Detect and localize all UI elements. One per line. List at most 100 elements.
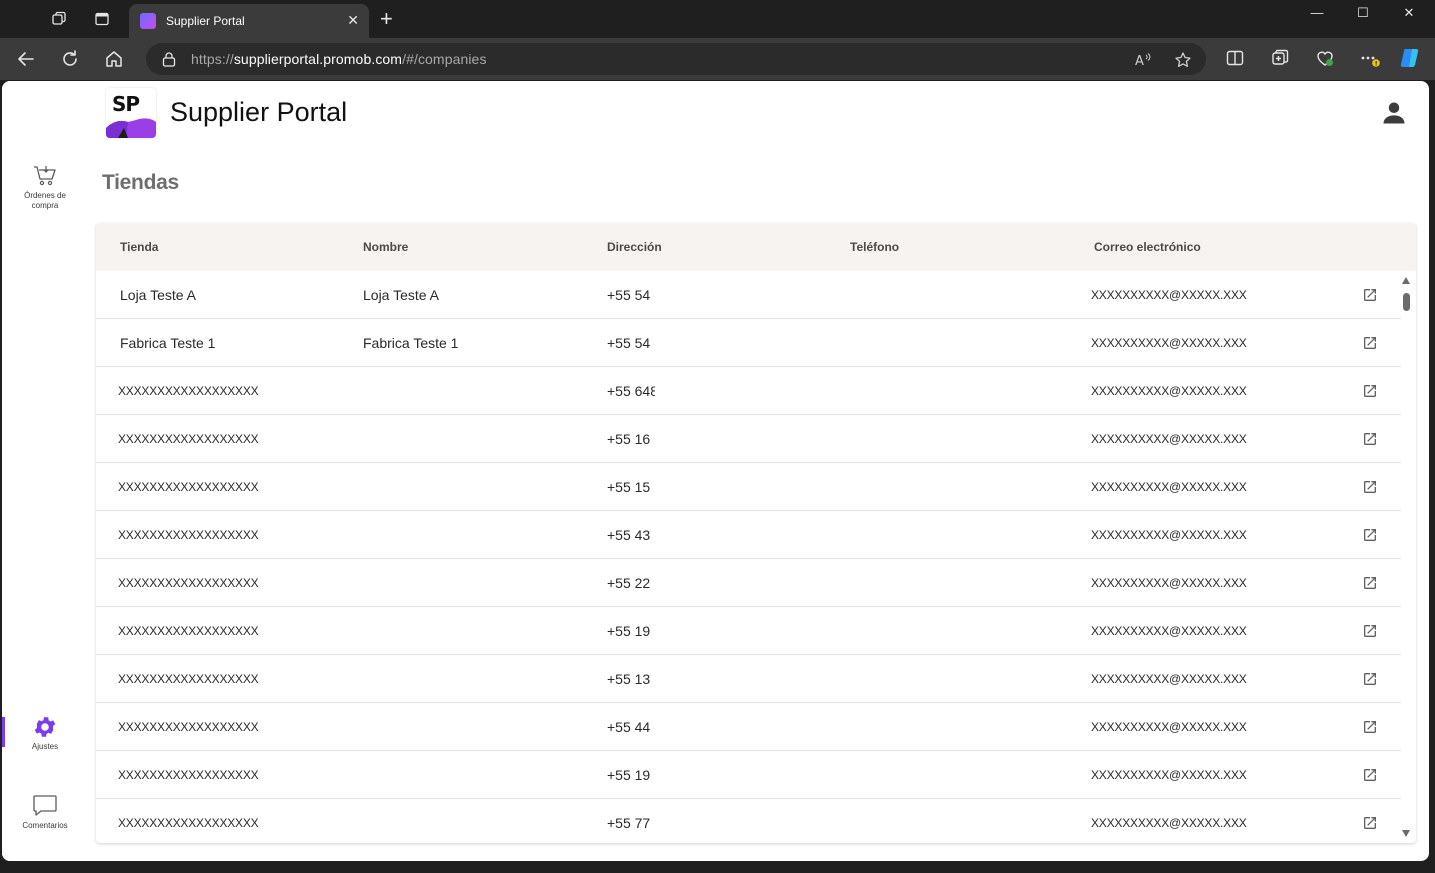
cell-direccion: +55 13 xyxy=(607,671,651,687)
app-logo[interactable]: SP xyxy=(106,88,156,138)
open-external-icon[interactable] xyxy=(1362,671,1378,687)
cell-correo: XXXXXXXXXX@XXXXX.XXX xyxy=(1091,672,1247,686)
cell-tienda: XXXXXXXXXXXXXXXXXX xyxy=(118,528,259,542)
cell-direccion: +55 22 xyxy=(607,575,651,591)
table-row[interactable]: XXXXXXXXXXXXXXXXXX +55 77 XXXXXXXXXX@XXXXX… xyxy=(96,799,1401,843)
tab-close-icon[interactable]: ✕ xyxy=(347,12,359,28)
open-external-icon[interactable] xyxy=(1362,575,1378,591)
table-row[interactable]: XXXXXXXXXXXXXXXXXX +55 22 XXXXXXXXXX@XXXXX… xyxy=(96,559,1401,607)
cell-tienda: XXXXXXXXXXXXXXXXXX xyxy=(118,480,259,494)
cell-tienda: XXXXXXXXXXXXXXXXXX xyxy=(118,816,259,830)
table-row[interactable]: XXXXXXXXXXXXXXXXXX +55 19 XXXXXXXXXX@XXXXX… xyxy=(96,751,1401,799)
cell-tienda: XXXXXXXXXXXXXXXXXX xyxy=(118,432,259,446)
cell-tienda: XXXXXXXXXXXXXXXXXX xyxy=(118,576,259,590)
cell-tienda: XXXXXXXXXXXXXXXXXX xyxy=(118,672,259,686)
cell-direccion: +55 54 xyxy=(607,287,651,303)
app-header: SP Supplier Portal xyxy=(102,81,1422,145)
gear-icon xyxy=(34,717,56,737)
open-external-icon[interactable] xyxy=(1362,719,1378,735)
svg-text:!: ! xyxy=(1375,61,1378,68)
cell-correo: XXXXXXXXXX@XXXXX.XXX xyxy=(1091,432,1247,446)
lock-icon[interactable] xyxy=(162,51,176,67)
table-row[interactable]: XXXXXXXXXXXXXXXXXX +55 648 XXXXXXXXXX@XXXX… xyxy=(96,367,1401,415)
table-row[interactable]: XXXXXXXXXXXXXXXXXX +55 44 XXXXXXXXXX@XXXXX… xyxy=(96,703,1401,751)
table-row[interactable]: XXXXXXXXXXXXXXXXXX +55 19 XXXXXXXXXX@XXXXX… xyxy=(96,607,1401,655)
read-aloud-icon[interactable]: A xyxy=(1134,51,1152,69)
cell-correo: XXXXXXXXXX@XXXXX.XXX xyxy=(1091,624,1247,638)
table-scrollbar[interactable] xyxy=(1400,277,1412,837)
portal-favicon-icon xyxy=(140,13,156,29)
svg-text:A: A xyxy=(1135,54,1144,69)
browser-tab-active[interactable]: Supplier Portal ✕ xyxy=(129,4,369,38)
split-screen-icon[interactable] xyxy=(1225,48,1245,68)
more-options-icon[interactable]: ! xyxy=(1360,48,1380,68)
browser-essentials-icon[interactable] xyxy=(1315,48,1335,68)
back-icon[interactable] xyxy=(15,48,37,70)
table-row[interactable]: XXXXXXXXXXXXXXXXXX +55 43 XXXXXXXXXX@XXXXX… xyxy=(96,511,1401,559)
user-account-icon[interactable] xyxy=(1380,99,1408,127)
cell-correo: XXXXXXXXXX@XXXXX.XXX xyxy=(1091,336,1247,350)
cell-direccion: +55 16 xyxy=(607,431,651,447)
table-row[interactable]: Fabrica Teste 1 Fabrica Teste 1 +55 54 XXXX… xyxy=(96,319,1401,367)
cell-tienda: XXXXXXXXXXXXXXXXXX xyxy=(118,384,259,398)
table-header: Tienda Nombre Dirección Teléfono Correo … xyxy=(96,223,1416,271)
scroll-thumb[interactable] xyxy=(1403,293,1410,311)
sidebar-item-comentarios[interactable]: Comentarios xyxy=(2,793,88,831)
open-external-icon[interactable] xyxy=(1362,383,1378,399)
collections-icon[interactable] xyxy=(1270,48,1290,68)
open-external-icon[interactable] xyxy=(1362,527,1378,543)
open-external-icon[interactable] xyxy=(1362,767,1378,783)
cell-direccion: +55 44 xyxy=(607,719,651,735)
column-header-tienda[interactable]: Tienda xyxy=(120,240,158,254)
favorite-star-icon[interactable] xyxy=(1174,51,1192,69)
home-icon[interactable] xyxy=(103,48,125,70)
table-row[interactable]: XXXXXXXXXXXXXXXXXX +55 16 XXXXXXXXXX@XXXXX… xyxy=(96,415,1401,463)
sidebar-item-ordenes[interactable]: Órdenes de compra xyxy=(2,163,88,211)
table-row[interactable]: XXXXXXXXXXXXXXXXXX +55 13 XXXXXXXXXX@XXXXX… xyxy=(96,655,1401,703)
new-tab-icon[interactable]: + xyxy=(380,8,393,30)
cell-nombre: Loja Teste A xyxy=(363,287,440,303)
cell-correo: XXXXXXXXXX@XXXXX.XXX xyxy=(1091,576,1247,590)
minimize-icon[interactable]: — xyxy=(1294,5,1340,20)
column-header-nombre[interactable]: Nombre xyxy=(363,240,408,254)
window-close-icon[interactable]: ✕ xyxy=(1386,5,1432,21)
page-title: Tiendas xyxy=(102,171,179,194)
scroll-down-arrow-icon[interactable] xyxy=(1402,830,1410,837)
open-external-icon[interactable] xyxy=(1362,623,1378,639)
open-external-icon[interactable] xyxy=(1362,287,1378,303)
cell-direccion: +55 54 xyxy=(607,335,651,351)
cell-nombre: Fabrica Teste 1 xyxy=(363,335,459,351)
table-row[interactable]: XXXXXXXXXXXXXXXXXX +55 15 XXXXXXXXXX@XXXXX… xyxy=(96,463,1401,511)
address-bar[interactable]: https://supplierportal.promob.com/#/comp… xyxy=(146,43,1206,75)
cell-direccion: +55 19 xyxy=(607,623,651,639)
column-header-direccion[interactable]: Dirección xyxy=(607,240,662,254)
cell-correo: XXXXXXXXXX@XXXXX.XXX xyxy=(1091,480,1247,494)
open-external-icon[interactable] xyxy=(1362,479,1378,495)
cell-direccion: +55 77 xyxy=(607,815,651,831)
sidebar-item-ajustes[interactable]: Ajustes xyxy=(2,714,88,752)
copilot-icon[interactable] xyxy=(1398,46,1422,70)
cell-direccion: +55 15 xyxy=(607,479,651,495)
cell-direccion: +55 648 xyxy=(607,383,655,399)
comment-icon xyxy=(33,795,57,816)
column-header-correo[interactable]: Correo electrónico xyxy=(1094,240,1201,254)
workspaces-icon[interactable] xyxy=(51,11,67,27)
column-header-telefono[interactable]: Teléfono xyxy=(850,240,899,254)
tab-title: Supplier Portal xyxy=(166,14,245,28)
open-external-icon[interactable] xyxy=(1362,815,1378,831)
cell-correo: XXXXXXXXXX@XXXXX.XXX xyxy=(1091,816,1247,830)
cell-direccion: +55 19 xyxy=(607,767,651,783)
browser-tab-bar: Supplier Portal ✕ + — ☐ ✕ xyxy=(0,0,1435,38)
table-row[interactable]: Loja Teste A Loja Teste A +55 54 XXXXXXXXXX… xyxy=(96,271,1401,319)
scroll-up-arrow-icon[interactable] xyxy=(1402,277,1410,284)
maximize-icon[interactable]: ☐ xyxy=(1340,5,1386,21)
cell-tienda: Loja Teste A xyxy=(120,287,197,303)
open-external-icon[interactable] xyxy=(1362,431,1378,447)
url-text[interactable]: https://supplierportal.promob.com/#/comp… xyxy=(191,51,487,67)
tab-actions-icon[interactable] xyxy=(94,11,110,27)
cell-correo: XXXXXXXXXX@XXXXX.XXX xyxy=(1091,528,1247,542)
cell-direccion: +55 43 xyxy=(607,527,651,543)
open-external-icon[interactable] xyxy=(1362,335,1378,351)
sidebar: Órdenes de compra Ajustes Comentarios xyxy=(2,81,88,861)
refresh-icon[interactable] xyxy=(59,48,81,70)
